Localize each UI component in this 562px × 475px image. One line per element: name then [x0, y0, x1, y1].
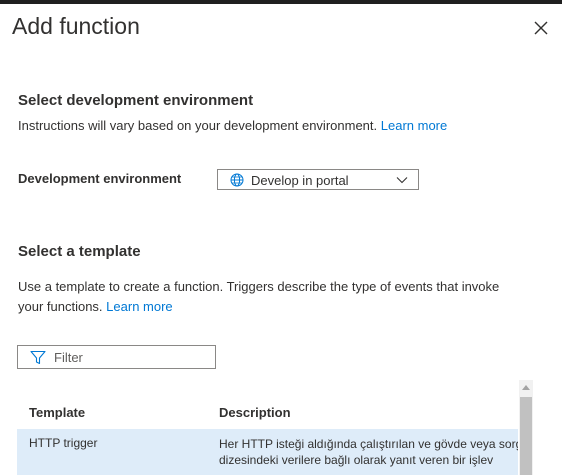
- template-name-cell: HTTP trigger: [29, 436, 98, 450]
- panel-title: Add function: [12, 13, 140, 39]
- globe-icon: [230, 173, 244, 187]
- scroll-up-arrow-icon: [522, 385, 530, 390]
- template-description-line2: your functions. Learn more: [18, 297, 499, 317]
- template-heading: Select a template: [18, 243, 141, 260]
- dev-env-dropdown[interactable]: Develop in portal: [217, 169, 419, 190]
- table-row[interactable]: HTTP trigger Her HTTP isteği aldığında ç…: [17, 429, 518, 475]
- chevron-down-icon: [396, 177, 408, 184]
- scroll-up-button[interactable]: [519, 380, 533, 396]
- template-description-line1: Use a template to create a function. Tri…: [18, 279, 500, 294]
- filter-input[interactable]: [54, 348, 209, 366]
- filter-icon: [30, 350, 46, 365]
- template-description-text: your functions.: [18, 299, 103, 314]
- column-header-template[interactable]: Template: [29, 405, 85, 420]
- top-bar: [0, 0, 562, 4]
- template-description-cell-line2: dizesindeki verilere bağlı olarak yanıt …: [219, 453, 494, 467]
- column-header-description[interactable]: Description: [219, 405, 291, 420]
- dev-env-description: Instructions will vary based on your dev…: [18, 116, 447, 136]
- dev-env-heading: Select development environment: [18, 92, 254, 109]
- dev-env-field-label: Development environment: [18, 171, 182, 186]
- filter-box[interactable]: [17, 345, 216, 369]
- template-description: Use a template to create a function. Tri…: [18, 277, 499, 317]
- close-button[interactable]: [531, 18, 551, 38]
- dev-env-learn-more-link[interactable]: Learn more: [381, 118, 447, 133]
- dev-env-description-text: Instructions will vary based on your dev…: [18, 118, 378, 133]
- template-description-cell-line1: Her HTTP isteği aldığında çalıştırılan v…: [219, 437, 518, 451]
- close-icon: [534, 21, 548, 35]
- scrollbar-thumb[interactable]: [520, 397, 532, 475]
- dev-env-selected-value: Develop in portal: [251, 173, 349, 188]
- template-learn-more-link[interactable]: Learn more: [106, 299, 172, 314]
- template-description-cell: Her HTTP isteği aldığında çalıştırılan v…: [219, 436, 518, 468]
